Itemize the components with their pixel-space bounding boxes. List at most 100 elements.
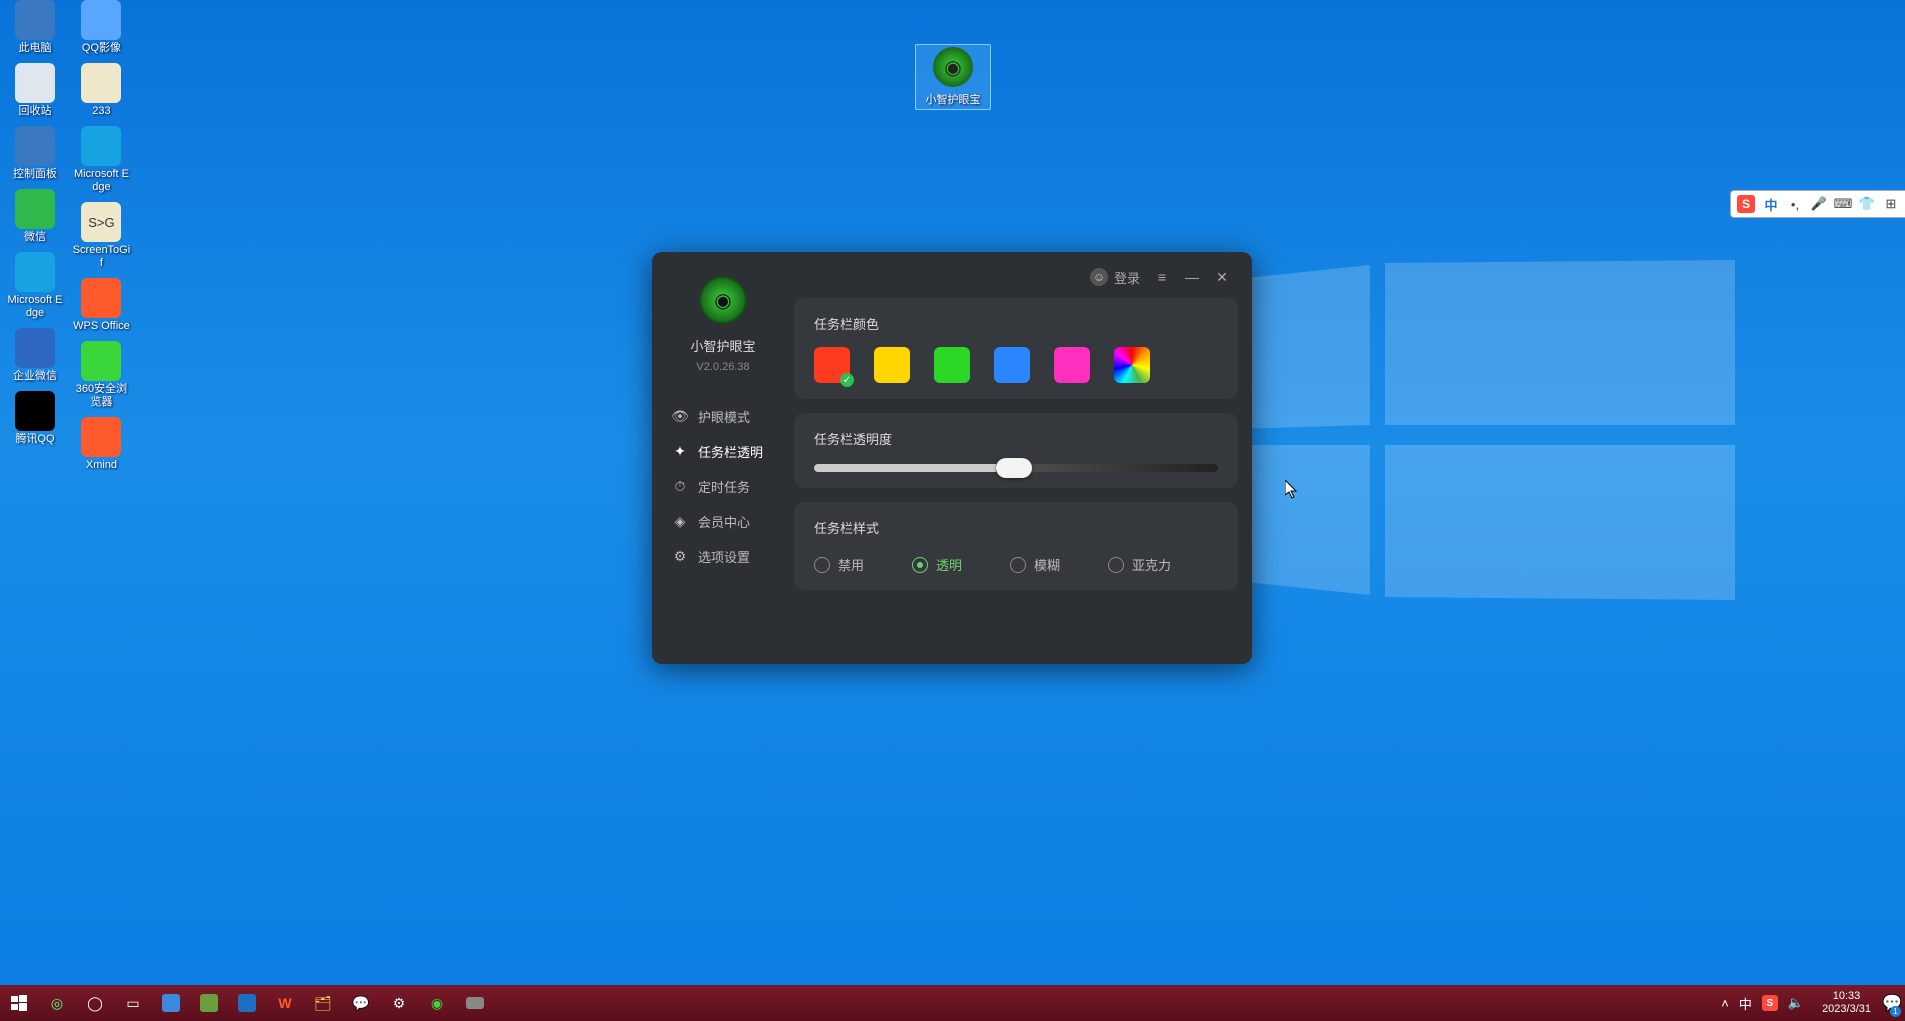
radio-label: 亚克力 — [1132, 555, 1171, 574]
desktop-icon-label: 233 — [92, 105, 110, 118]
taskbar-app2[interactable] — [190, 985, 228, 1021]
desktop-icon[interactable]: QQ影像 — [70, 0, 132, 55]
taskbar-app1[interactable] — [152, 985, 190, 1021]
sidebar-item-4[interactable]: ⚙选项设置 — [652, 539, 794, 574]
style-radio-0[interactable]: 禁用 — [814, 555, 864, 574]
menu-button[interactable]: ≡ — [1154, 269, 1170, 285]
style-radio-1[interactable]: 透明 — [912, 555, 962, 574]
desktop-icon-label: Xmind — [86, 459, 117, 472]
app-icon — [15, 252, 55, 292]
nav-icon: ✦ — [672, 444, 688, 460]
desktop-icon[interactable]: Xmind — [70, 417, 132, 472]
sogou-icon[interactable]: S — [1737, 195, 1755, 213]
tray-sogou-icon[interactable]: S — [1762, 995, 1778, 1011]
app-sidebar: ◉ 小智护眼宝 V2.0.26.38 👁护眼模式✦任务栏透明⏱定时任务◈会员中心… — [652, 252, 794, 664]
system-tray: ˄ 中 S 🔈 — [1721, 994, 1814, 1013]
app-icon — [81, 278, 121, 318]
taskbar-taskview[interactable]: ▭ — [114, 985, 152, 1021]
app-titlebar: ☺ 登录 ≡ — ✕ — [794, 260, 1238, 294]
desktop-icon[interactable]: 360安全浏览器 — [70, 341, 132, 409]
desktop-icon[interactable]: Microsoft Edge — [70, 126, 132, 194]
desktop-icon[interactable]: S>GScreenToGif — [70, 202, 132, 270]
taskbar-wechat[interactable]: 💬 — [342, 985, 380, 1021]
taskbar-cortana[interactable]: ◯ — [76, 985, 114, 1021]
desktop-icon-label: 小智护眼宝 — [926, 91, 981, 107]
desktop-icon[interactable]: 腾讯QQ — [4, 391, 66, 446]
app-version: V2.0.26.38 — [696, 361, 749, 373]
taskbar-wps[interactable]: W — [266, 985, 304, 1021]
app-icon — [81, 126, 121, 166]
ime-voice-icon[interactable]: 🎤 — [1811, 196, 1827, 212]
style-radio-2[interactable]: 模糊 — [1010, 555, 1060, 574]
desktop-icon[interactable]: 企业微信 — [4, 328, 66, 383]
nav-label: 护眼模式 — [698, 407, 750, 426]
taskbar-clock[interactable]: 10:33 2023/3/31 — [1814, 990, 1879, 1016]
app-icon — [81, 417, 121, 457]
desktop-icon[interactable]: 此电脑 — [4, 0, 66, 55]
panel-taskbar-opacity: 任务栏透明度 — [794, 413, 1238, 488]
desktop: 此电脑回收站控制面板微信 Microsoft Edge 企业微信腾讯QQ QQ影像 2… — [0, 0, 1905, 985]
ime-skin-icon[interactable]: 👕 — [1859, 196, 1875, 212]
taskbar-settings[interactable]: ⚙ — [380, 985, 418, 1021]
opacity-slider-thumb[interactable] — [996, 458, 1032, 478]
app-icon: S>G — [81, 202, 121, 242]
radio-circle-icon — [814, 557, 830, 573]
tray-volume-icon[interactable]: 🔈 — [1788, 995, 1804, 1011]
style-radio-3[interactable]: 亚克力 — [1108, 555, 1171, 574]
ime-toolbox-icon[interactable]: ⊞ — [1883, 196, 1899, 212]
desktop-icon-label: 360安全浏览器 — [71, 383, 131, 409]
taskbar-explorer[interactable]: 🗂 — [304, 985, 342, 1021]
taskbar-app3[interactable] — [228, 985, 266, 1021]
minimize-button[interactable]: — — [1184, 269, 1200, 285]
taskbar: ◎ ◯ ▭ W 🗂 💬 ⚙ ◉ ˄ 中 S 🔈 10:33 2023/3/31 … — [0, 985, 1905, 1021]
login-button[interactable]: ☺ 登录 — [1090, 268, 1140, 287]
color-swatch-1[interactable] — [874, 347, 910, 383]
sidebar-item-2[interactable]: ⏱定时任务 — [652, 469, 794, 504]
ime-keyboard-icon[interactable]: ⌨ — [1835, 196, 1851, 212]
desktop-icon[interactable]: 控制面板 — [4, 126, 66, 181]
desktop-icon-xiaozhi[interactable]: ◉ 小智护眼宝 — [915, 44, 991, 110]
app-icon — [15, 0, 55, 40]
desktop-icon-label: 控制面板 — [13, 168, 57, 181]
color-swatch-5[interactable] — [1114, 347, 1150, 383]
tray-ime-lang[interactable]: 中 — [1739, 994, 1752, 1013]
app-icon — [15, 63, 55, 103]
panel-style-title: 任务栏样式 — [814, 518, 1218, 537]
sidebar-item-0[interactable]: 👁护眼模式 — [652, 399, 794, 434]
start-button[interactable] — [0, 985, 38, 1021]
tray-chevron-up-icon[interactable]: ˄ — [1721, 996, 1729, 1011]
sidebar-item-3[interactable]: ◈会员中心 — [652, 504, 794, 539]
desktop-icon[interactable]: WPS Office — [70, 278, 132, 333]
taskbar-xiaozhi[interactable]: ◉ — [418, 985, 456, 1021]
color-swatch-0[interactable]: ✓ — [814, 347, 850, 383]
user-avatar-icon: ☺ — [1090, 268, 1108, 286]
radio-circle-icon — [912, 557, 928, 573]
nav-icon: ⚙ — [672, 549, 688, 565]
taskbar-app4[interactable] — [456, 985, 494, 1021]
radio-label: 透明 — [936, 555, 962, 574]
color-swatch-2[interactable] — [934, 347, 970, 383]
taskbar-360browser[interactable]: ◎ — [38, 985, 76, 1021]
desktop-icon-label: 微信 — [24, 231, 46, 244]
app-icon — [81, 341, 121, 381]
nav-icon: ◈ — [672, 514, 688, 530]
app-logo-icon: ◉ — [699, 276, 747, 324]
ime-punct-icon[interactable]: •, — [1787, 196, 1803, 212]
opacity-slider[interactable] — [814, 464, 1218, 472]
notification-badge: 1 — [1890, 1006, 1901, 1017]
app-main: ☺ 登录 ≡ — ✕ 任务栏颜色 ✓ 任务栏透明度 — [794, 252, 1252, 664]
ime-toolbar[interactable]: S 中 •, 🎤 ⌨ 👕 ⊞ — [1730, 190, 1905, 218]
ime-lang-indicator[interactable]: 中 — [1763, 196, 1779, 212]
sidebar-item-1[interactable]: ✦任务栏透明 — [652, 434, 794, 469]
desktop-icon[interactable]: Microsoft Edge — [4, 252, 66, 320]
desktop-icon[interactable]: 回收站 — [4, 63, 66, 118]
color-swatch-3[interactable] — [994, 347, 1030, 383]
action-center-button[interactable]: 💬 1 — [1879, 985, 1905, 1021]
check-icon: ✓ — [840, 373, 854, 387]
app-icon — [81, 63, 121, 103]
mouse-cursor-icon — [1285, 480, 1299, 500]
close-button[interactable]: ✕ — [1214, 269, 1230, 286]
desktop-icon[interactable]: 233 — [70, 63, 132, 118]
color-swatch-4[interactable] — [1054, 347, 1090, 383]
desktop-icon[interactable]: 微信 — [4, 189, 66, 244]
